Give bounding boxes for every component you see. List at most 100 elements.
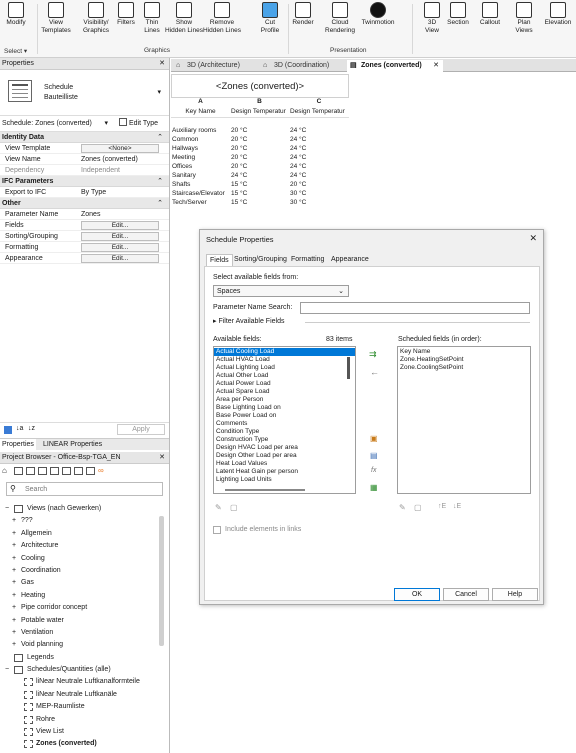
collapse-icon[interactable]: −: [5, 664, 9, 676]
browser-item[interactable]: liNear Neutrale Luftkanalformteile: [0, 676, 158, 688]
select-from-dropdown[interactable]: Spaces ⌄: [213, 285, 349, 297]
browser-item[interactable]: + Architecture: [0, 540, 158, 552]
edit-parameter-icon[interactable]: ▤: [370, 451, 378, 460]
available-field[interactable]: Base Lighting Load on: [214, 404, 355, 412]
available-field[interactable]: Comments: [214, 420, 355, 428]
available-field[interactable]: Latent Heat Gain per person: [214, 468, 355, 476]
sorting-edit-button[interactable]: Edit...: [81, 232, 159, 241]
tab-3d-architecture[interactable]: ⌂ 3D (Architecture): [173, 60, 259, 72]
scheduled-field[interactable]: Key Name: [398, 348, 530, 356]
tab-properties[interactable]: Properties: [0, 439, 36, 450]
schedule-icon[interactable]: [38, 467, 47, 475]
chain-icon[interactable]: ∞: [98, 466, 104, 475]
add-parameter-icon[interactable]: ▣: [370, 434, 378, 443]
remove-field-icon[interactable]: ←: [370, 367, 379, 377]
available-fields-list[interactable]: Actual Cooling Load Actual HVAC Load Actua…: [213, 346, 356, 494]
schedule-row[interactable]: Staircase/Elevator 15 °C 30 °C: [171, 189, 349, 198]
expand-icon[interactable]: +: [12, 553, 16, 565]
available-field[interactable]: Actual Cooling Load: [214, 348, 355, 356]
tab-formatting[interactable]: Formatting: [288, 254, 327, 266]
browser-item[interactable]: MEP-Raumliste: [0, 701, 158, 713]
section-ifc[interactable]: IFC Parameters ⌃: [0, 176, 169, 187]
browser-item[interactable]: − Schedules/Quantities (alle): [0, 664, 158, 676]
browser-item[interactable]: + Coordination: [0, 565, 158, 577]
section-other[interactable]: Other ⌃: [0, 198, 169, 209]
combine-parameters-icon[interactable]: ▦: [370, 483, 378, 492]
available-field[interactable]: Actual HVAC Load: [214, 356, 355, 364]
close-icon[interactable]: ✕: [529, 233, 537, 244]
select-group-label[interactable]: Select ▾: [4, 47, 27, 55]
available-field[interactable]: Area per Person: [214, 396, 355, 404]
cloud-rendering-button[interactable]: Cloud Rendering: [320, 2, 360, 35]
browser-item[interactable]: + Allgemein: [0, 528, 158, 540]
export-ifc-value[interactable]: By Type: [81, 187, 106, 198]
browser-item[interactable]: Legends: [0, 652, 158, 664]
available-field[interactable]: Actual Power Load: [214, 380, 355, 388]
add-field-icon[interactable]: ⇉: [369, 349, 377, 360]
type-selector[interactable]: Schedule Bauteilliste ▾: [0, 70, 169, 116]
expand-icon[interactable]: +: [12, 515, 16, 527]
schedule-row[interactable]: Hallways 20 °C 24 °C: [171, 144, 349, 153]
filter-toggle[interactable]: ▸ Filter Available Fields: [213, 317, 284, 325]
sort-icon[interactable]: [4, 426, 12, 434]
schedule-row[interactable]: Shafts 15 °C 20 °C: [171, 180, 349, 189]
delete-icon[interactable]: ▢: [230, 503, 238, 512]
available-field[interactable]: Construction Type: [214, 436, 355, 444]
expand-icon[interactable]: +: [12, 602, 16, 614]
tab-3d-coordination[interactable]: ⌂ 3D (Coordination): [260, 60, 345, 72]
group-icon[interactable]: [62, 467, 71, 475]
browser-item[interactable]: Rohre: [0, 714, 158, 726]
available-field[interactable]: Actual Other Load: [214, 372, 355, 380]
twinmotion-button[interactable]: Twinmotion: [358, 2, 398, 27]
available-field[interactable]: Actual Spare Load: [214, 388, 355, 396]
expand-icon[interactable]: +: [12, 627, 16, 639]
browser-item[interactable]: Zones (converted): [0, 738, 158, 750]
browser-item[interactable]: View List: [0, 726, 158, 738]
expand-icon[interactable]: +: [12, 540, 16, 552]
scheduled-field[interactable]: Zone.CoolingSetPoint: [398, 364, 530, 372]
appearance-edit-button[interactable]: Edit...: [81, 254, 159, 263]
expand-icon[interactable]: +: [12, 590, 16, 602]
browser-item[interactable]: + Void planning: [0, 639, 158, 651]
scheduled-field[interactable]: Zone.HeatingSetPoint: [398, 356, 530, 364]
filter-icon[interactable]: [86, 467, 95, 475]
schedule-row[interactable]: Offices 20 °C 24 °C: [171, 162, 349, 171]
collapse-icon[interactable]: −: [5, 503, 9, 515]
param-name-value[interactable]: Zones: [81, 209, 100, 220]
browser-item[interactable]: + Pipe corridor concept: [0, 602, 158, 614]
expand-icon[interactable]: +: [12, 615, 16, 627]
help-button[interactable]: Help: [492, 588, 538, 601]
scheduled-fields-list[interactable]: Key Name Zone.HeatingSetPoint Zone.Cooling…: [397, 346, 531, 494]
browser-item[interactable]: + Potable water: [0, 615, 158, 627]
browser-item[interactable]: + Ventilation: [0, 627, 158, 639]
edit-icon[interactable]: ✎: [215, 503, 222, 512]
tab-linear-properties[interactable]: LINEAR Properties: [41, 439, 104, 450]
show-hidden-lines-button[interactable]: Show Hidden Lines: [164, 2, 204, 35]
available-field[interactable]: Heat Load Values: [214, 460, 355, 468]
family-icon[interactable]: [50, 467, 59, 475]
cancel-button[interactable]: Cancel: [443, 588, 489, 601]
available-field[interactable]: Condition Type: [214, 428, 355, 436]
edit-type-button[interactable]: Edit Type: [119, 118, 158, 129]
apply-button[interactable]: Apply: [117, 424, 165, 435]
instance-selector[interactable]: Schedule: Zones (converted) ▾: [2, 118, 112, 129]
tab-appearance[interactable]: Appearance: [328, 254, 372, 266]
move-up-icon[interactable]: ↑E: [438, 503, 446, 510]
browser-item[interactable]: liNear Neutrale Luftkanäle: [0, 689, 158, 701]
cursor-button[interactable]: Modify: [0, 2, 36, 27]
search-input[interactable]: ⚲ Search: [6, 482, 163, 496]
sort-za-icon[interactable]: ↓z: [28, 425, 35, 432]
available-field[interactable]: Design HVAC Load per area: [214, 444, 355, 452]
schedule-row[interactable]: Common 20 °C 24 °C: [171, 135, 349, 144]
close-icon[interactable]: ✕: [159, 58, 165, 70]
browser-item[interactable]: + Heating: [0, 590, 158, 602]
available-field[interactable]: Actual Lighting Load: [214, 364, 355, 372]
chevron-down-icon[interactable]: ▾: [157, 88, 161, 96]
formatting-edit-button[interactable]: Edit...: [81, 243, 159, 252]
tab-fields[interactable]: Fields: [206, 254, 233, 266]
ok-button[interactable]: OK: [394, 588, 440, 601]
sheet-icon[interactable]: [26, 467, 35, 475]
browser-scrollbar[interactable]: [159, 516, 164, 646]
expand-icon[interactable]: +: [12, 565, 16, 577]
delete-icon[interactable]: ▢: [414, 503, 422, 512]
